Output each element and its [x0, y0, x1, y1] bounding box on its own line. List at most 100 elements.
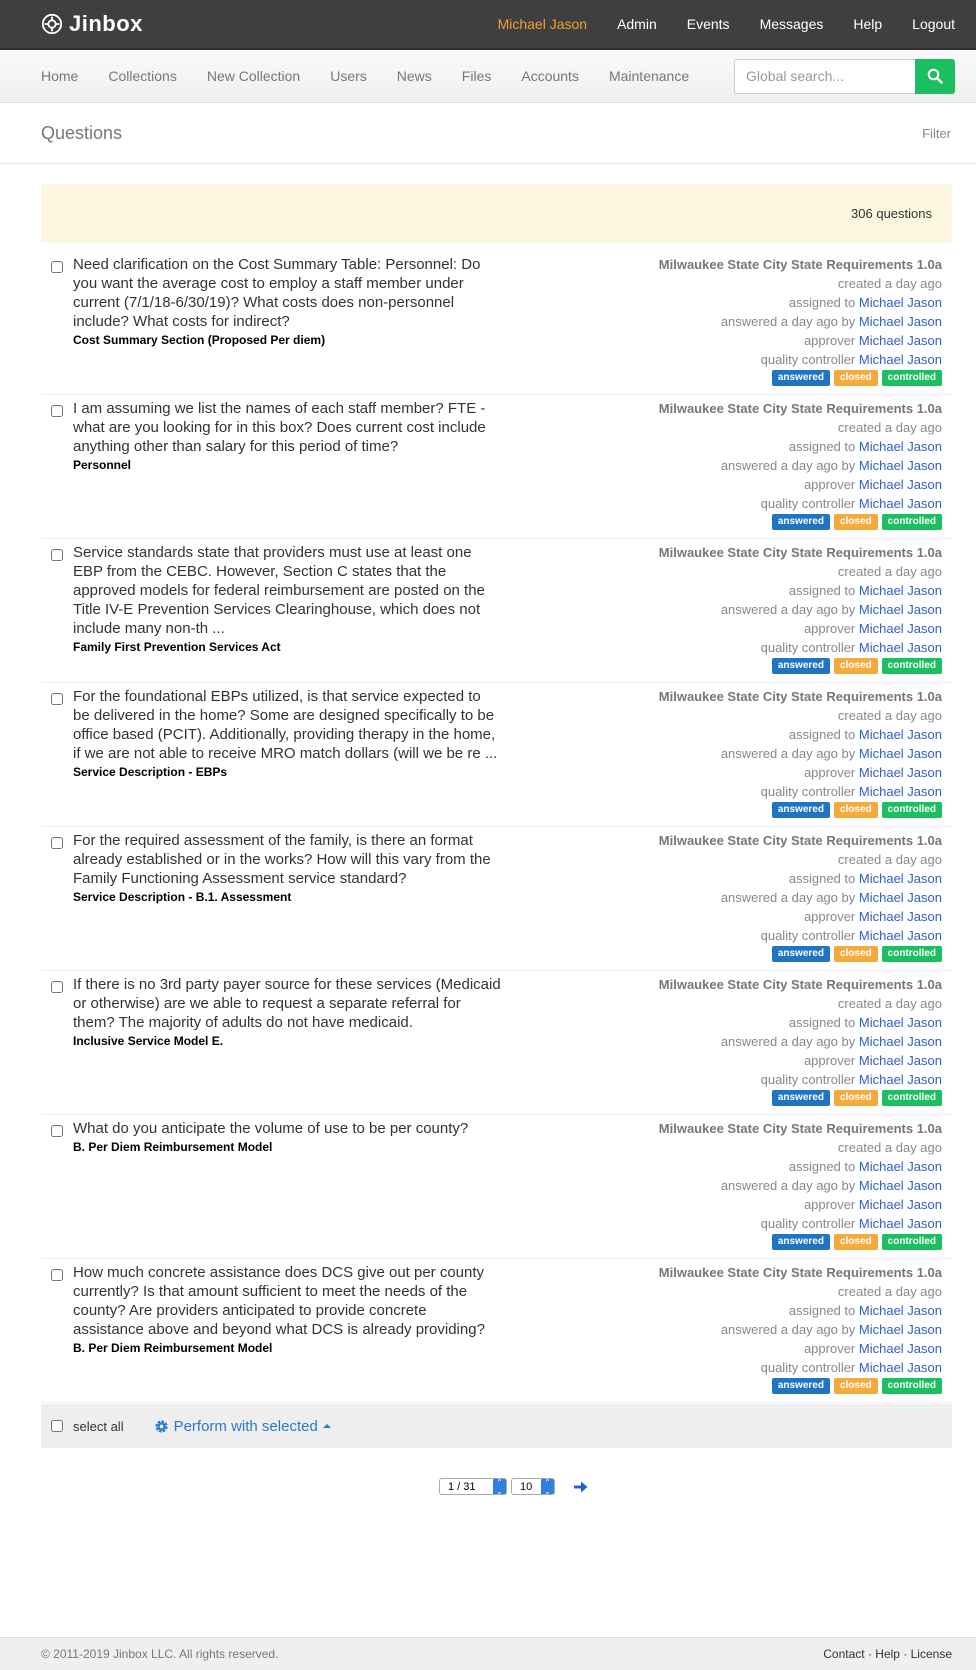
status-badges: answered closed controlled: [659, 658, 942, 674]
approver-info: approver Michael Jason: [659, 1195, 942, 1214]
search-button[interactable]: [915, 58, 955, 94]
question-section: Cost Summary Section (Proposed Per diem): [73, 333, 326, 347]
assignee-link[interactable]: Michael Jason: [859, 871, 942, 886]
caret-up-icon: [322, 1424, 331, 1428]
question-checkbox[interactable]: [51, 405, 63, 417]
answerer-link[interactable]: Michael Jason: [859, 746, 942, 761]
qc-link[interactable]: Michael Jason: [859, 1216, 942, 1231]
approver-link[interactable]: Michael Jason: [859, 765, 942, 780]
question-checkbox[interactable]: [51, 981, 63, 993]
question-main: What do you anticipate the volume of use…: [51, 1119, 501, 1250]
question-checkbox[interactable]: [51, 1269, 63, 1281]
created-info: created a day ago: [837, 1284, 942, 1299]
assignee-link[interactable]: Michael Jason: [859, 1159, 942, 1174]
topnav-admin[interactable]: Admin: [617, 16, 657, 32]
qc-link[interactable]: Michael Jason: [859, 1072, 942, 1087]
qc-link[interactable]: Michael Jason: [859, 496, 942, 511]
nav-files[interactable]: Files: [462, 68, 492, 84]
qc-link[interactable]: Michael Jason: [859, 928, 942, 943]
qc-link[interactable]: Michael Jason: [859, 1360, 942, 1375]
assignee-link[interactable]: Michael Jason: [859, 1303, 942, 1318]
answered-label: answered a day ago by: [720, 314, 856, 329]
answerer-link[interactable]: Michael Jason: [859, 458, 942, 473]
question-text[interactable]: How much concrete assistance does DCS gi…: [73, 1263, 501, 1339]
status-badge-closed: closed: [833, 802, 878, 818]
question-text[interactable]: Service standards state that providers m…: [73, 543, 501, 638]
topnav-logout[interactable]: Logout: [912, 16, 955, 32]
collection-name[interactable]: Milwaukee State City State Requirements …: [659, 687, 942, 706]
approver-label: approver: [803, 333, 856, 348]
approver-label: approver: [803, 621, 856, 636]
approver-link[interactable]: Michael Jason: [859, 1053, 942, 1068]
collection-name[interactable]: Milwaukee State City State Requirements …: [659, 1119, 942, 1138]
topnav-messages[interactable]: Messages: [760, 16, 824, 32]
question-list: Need clarification on the Cost Summary T…: [41, 251, 952, 1403]
select-all-checkbox[interactable]: [51, 1420, 63, 1432]
qc-link[interactable]: Michael Jason: [859, 352, 942, 367]
answerer-link[interactable]: Michael Jason: [859, 1034, 942, 1049]
per-page-select[interactable]: 10 ⌃ ⌄: [511, 1478, 555, 1495]
collection-name[interactable]: Milwaukee State City State Requirements …: [659, 255, 942, 274]
arrow-right-icon[interactable]: [573, 1480, 589, 1494]
collection-name[interactable]: Milwaukee State City State Requirements …: [659, 399, 942, 418]
question-checkbox[interactable]: [51, 261, 63, 273]
collection-name[interactable]: Milwaukee State City State Requirements …: [659, 831, 942, 850]
select-all-label[interactable]: select all: [73, 1419, 124, 1434]
approver-link[interactable]: Michael Jason: [859, 477, 942, 492]
status-badges: answered closed controlled: [659, 802, 942, 818]
assignee-link[interactable]: Michael Jason: [859, 727, 942, 742]
assignee-link[interactable]: Michael Jason: [859, 439, 942, 454]
question-checkbox[interactable]: [51, 1125, 63, 1137]
nav-users[interactable]: Users: [330, 68, 367, 84]
question-text[interactable]: Need clarification on the Cost Summary T…: [73, 255, 501, 331]
approver-link[interactable]: Michael Jason: [859, 333, 942, 348]
answered-info: answered a day ago by Michael Jason: [659, 456, 942, 475]
answerer-link[interactable]: Michael Jason: [859, 1178, 942, 1193]
assignee-link[interactable]: Michael Jason: [859, 295, 942, 310]
answerer-link[interactable]: Michael Jason: [859, 890, 942, 905]
topnav-events[interactable]: Events: [687, 16, 730, 32]
page-select[interactable]: 1 / 31 ⌃ ⌄: [439, 1478, 507, 1495]
collection-name[interactable]: Milwaukee State City State Requirements …: [659, 543, 942, 562]
question-text[interactable]: For the required assessment of the famil…: [73, 831, 501, 888]
topnav-user[interactable]: Michael Jason: [498, 16, 588, 32]
qc-link[interactable]: Michael Jason: [859, 784, 942, 799]
question-checkbox[interactable]: [51, 549, 63, 561]
brand-logo[interactable]: Jinbox: [41, 11, 143, 37]
question-checkbox[interactable]: [51, 693, 63, 705]
question-checkbox[interactable]: [51, 837, 63, 849]
nav-news[interactable]: News: [397, 68, 432, 84]
perform-with-selected-button[interactable]: Perform with selected: [154, 1418, 331, 1435]
approver-link[interactable]: Michael Jason: [859, 621, 942, 636]
filter-link[interactable]: Filter: [922, 126, 951, 141]
nav-accounts[interactable]: Accounts: [521, 68, 579, 84]
question-main: For the foundational EBPs utilized, is t…: [51, 687, 501, 818]
answerer-link[interactable]: Michael Jason: [859, 314, 942, 329]
search-input[interactable]: [734, 58, 915, 94]
nav-collections[interactable]: Collections: [108, 68, 176, 84]
approver-link[interactable]: Michael Jason: [859, 1341, 942, 1356]
assignee-link[interactable]: Michael Jason: [859, 1015, 942, 1030]
topnav-help[interactable]: Help: [853, 16, 882, 32]
question-text[interactable]: What do you anticipate the volume of use…: [73, 1119, 468, 1138]
collection-name[interactable]: Milwaukee State City State Requirements …: [659, 1263, 942, 1282]
approver-link[interactable]: Michael Jason: [859, 909, 942, 924]
qc-info: quality controller Michael Jason: [659, 782, 942, 801]
created-info: created a day ago: [837, 564, 942, 579]
assignee-link[interactable]: Michael Jason: [859, 583, 942, 598]
qc-info: quality controller Michael Jason: [659, 494, 942, 513]
collection-name[interactable]: Milwaukee State City State Requirements …: [659, 975, 942, 994]
main-nav: Home Collections New Collection Users Ne…: [0, 50, 976, 103]
nav-maintenance[interactable]: Maintenance: [609, 68, 689, 84]
footer-links[interactable]: Contact · Help · License: [823, 1647, 952, 1661]
question-text[interactable]: If there is no 3rd party payer source fo…: [73, 975, 501, 1032]
nav-new-collection[interactable]: New Collection: [207, 68, 300, 84]
approver-info: approver Michael Jason: [659, 763, 942, 782]
answerer-link[interactable]: Michael Jason: [859, 1322, 942, 1337]
approver-link[interactable]: Michael Jason: [859, 1197, 942, 1212]
answerer-link[interactable]: Michael Jason: [859, 602, 942, 617]
nav-home[interactable]: Home: [41, 68, 78, 84]
question-text[interactable]: For the foundational EBPs utilized, is t…: [73, 687, 501, 763]
qc-link[interactable]: Michael Jason: [859, 640, 942, 655]
question-text[interactable]: I am assuming we list the names of each …: [73, 399, 501, 456]
